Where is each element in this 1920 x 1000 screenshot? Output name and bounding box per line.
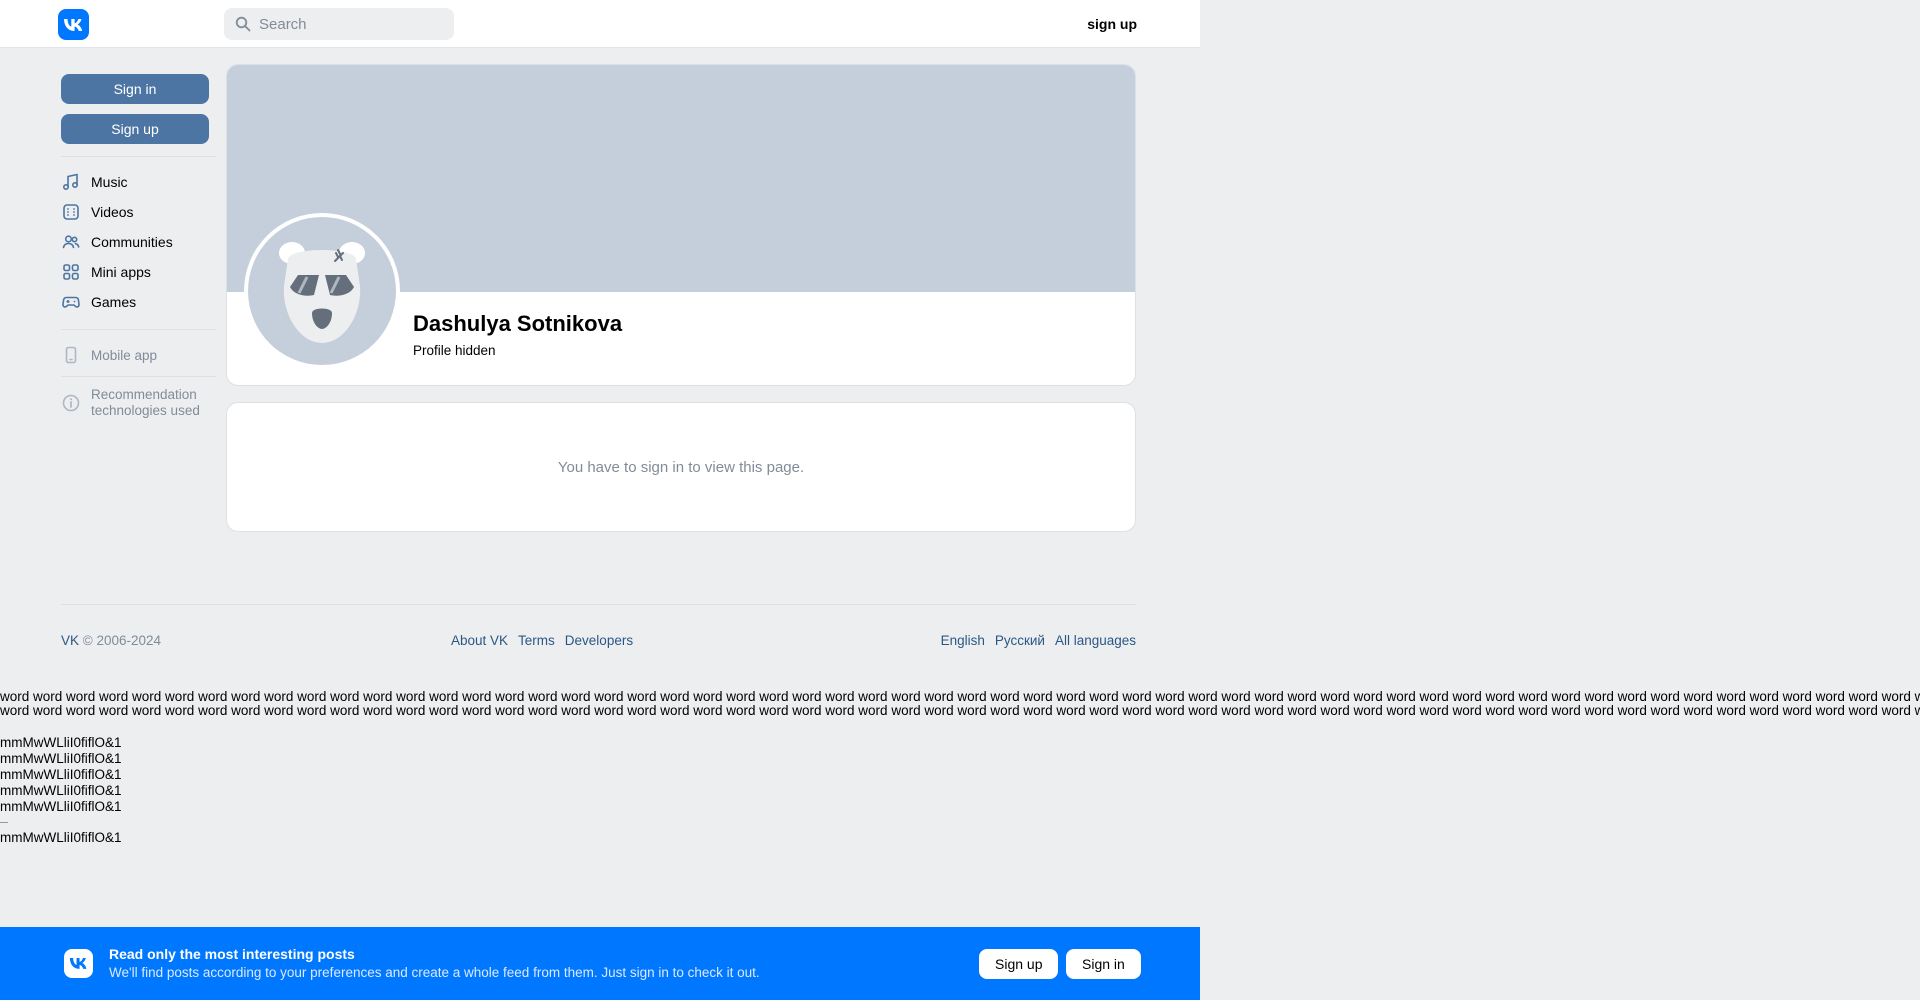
language-english[interactable]: English	[941, 633, 985, 648]
sidebar-item-label: Games	[91, 294, 137, 310]
vk-logo-icon[interactable]	[58, 9, 89, 40]
glyph-test-divider	[0, 822, 8, 823]
banner-title: Read only the most interesting posts	[109, 946, 355, 962]
banner-subtitle: We'll find posts according to your prefe…	[109, 965, 760, 980]
vk-logo-glyph	[69, 958, 86, 969]
sidebar-item-label: Mobile app	[91, 347, 158, 363]
footer-copyright: VK © 2006-2024	[61, 633, 161, 648]
info-icon	[61, 393, 81, 413]
top-header: sign up	[0, 0, 1200, 48]
footer-copyright-years: © 2006-2024	[79, 633, 162, 648]
glyph-test-line: mmMwWLliI0fiflO&1	[0, 799, 122, 814]
banner-sign-in-button[interactable]: Sign in	[1066, 949, 1141, 979]
sidebar-item-label: Music	[91, 174, 128, 190]
sidebar-item-mini-apps[interactable]: Mini apps	[61, 257, 216, 287]
deactivated-dog-avatar-icon	[248, 217, 396, 365]
sidebar-item-label: Mini apps	[91, 264, 151, 280]
sign-in-required-message: You have to sign in to view this page.	[557, 458, 805, 476]
glyph-test-block: mmMwWLliI0fiflO&1 mmMwWLliI0fiflO&1 mmMw…	[0, 735, 122, 846]
sign-in-button[interactable]: Sign in	[61, 74, 209, 104]
word-repeat-text: word word word word word word word word …	[0, 690, 1920, 718]
sidebar-item-label: Communities	[91, 234, 173, 250]
footer-languages: English Русский All languages	[941, 633, 1136, 648]
profile-name: Dashulya Sotnikova	[413, 311, 623, 336]
video-icon	[61, 202, 81, 222]
profile-status: Profile hidden	[413, 343, 496, 358]
word-repeat-line: word word word word word word word word …	[0, 690, 1920, 704]
language-russian[interactable]: Русский	[995, 633, 1045, 648]
sidebar-item-mobile-app[interactable]: Mobile app	[61, 340, 216, 370]
smartphone-icon	[61, 345, 81, 365]
grid-icon	[61, 262, 81, 282]
footer-link-terms[interactable]: Terms	[518, 633, 555, 648]
sidebar-item-communities[interactable]: Communities	[61, 227, 216, 257]
sidebar-item-label: Videos	[91, 204, 134, 220]
profile-card: Dashulya Sotnikova Profile hidden	[226, 64, 1136, 386]
sidebar-divider	[61, 329, 216, 330]
sidebar-divider	[61, 376, 216, 377]
vk-logo-glyph	[63, 18, 82, 31]
sidebar-item-music[interactable]: Music	[61, 167, 216, 197]
sign-in-required-card: You have to sign in to view this page.	[226, 402, 1136, 532]
sidebar-item-videos[interactable]: Videos	[61, 197, 216, 227]
music-note-icon	[61, 172, 81, 192]
footer-vk-link[interactable]: VK	[61, 633, 79, 648]
users-icon	[61, 232, 81, 252]
sidebar-item-label: Recommendation technologies used	[91, 387, 200, 418]
glyph-test-line: mmMwWLliI0fiflO&1	[0, 783, 122, 798]
glyph-test-line: mmMwWLliI0fiflO&1	[0, 830, 122, 845]
glyph-test-line: mmMwWLliI0fiflO&1	[0, 735, 122, 750]
header-signup-link[interactable]: sign up	[1087, 16, 1137, 32]
glyph-test-line: mmMwWLliI0fiflO&1	[0, 751, 122, 766]
left-sidebar: Sign in Sign up Music Videos Communities…	[61, 74, 216, 419]
sidebar-item-recommendation-technologies[interactable]: Recommendation technologies used	[61, 387, 216, 419]
banner-sign-up-button[interactable]: Sign up	[979, 949, 1059, 979]
avatar[interactable]	[244, 213, 400, 369]
gamepad-icon	[61, 292, 81, 312]
search-icon	[235, 16, 251, 32]
word-repeat-line: word word word word word word word word …	[0, 703, 1920, 718]
search-box[interactable]	[224, 8, 454, 40]
search-input[interactable]	[259, 15, 439, 33]
footer-links: About VK Terms Developers	[451, 633, 633, 648]
sidebar-divider	[61, 156, 216, 157]
footer-divider	[61, 604, 1136, 605]
footer-link-developers[interactable]: Developers	[565, 633, 633, 648]
vk-logo-icon	[64, 949, 93, 978]
footer-link-about[interactable]: About VK	[451, 633, 508, 648]
sidebar-item-games[interactable]: Games	[61, 287, 216, 317]
glyph-test-line: mmMwWLliI0fiflO&1	[0, 767, 122, 782]
language-all[interactable]: All languages	[1055, 633, 1136, 648]
sign-in-promo-banner: Read only the most interesting posts We'…	[0, 927, 1200, 1000]
dog-mascot-icon	[279, 242, 365, 343]
sign-up-button[interactable]: Sign up	[61, 114, 209, 144]
